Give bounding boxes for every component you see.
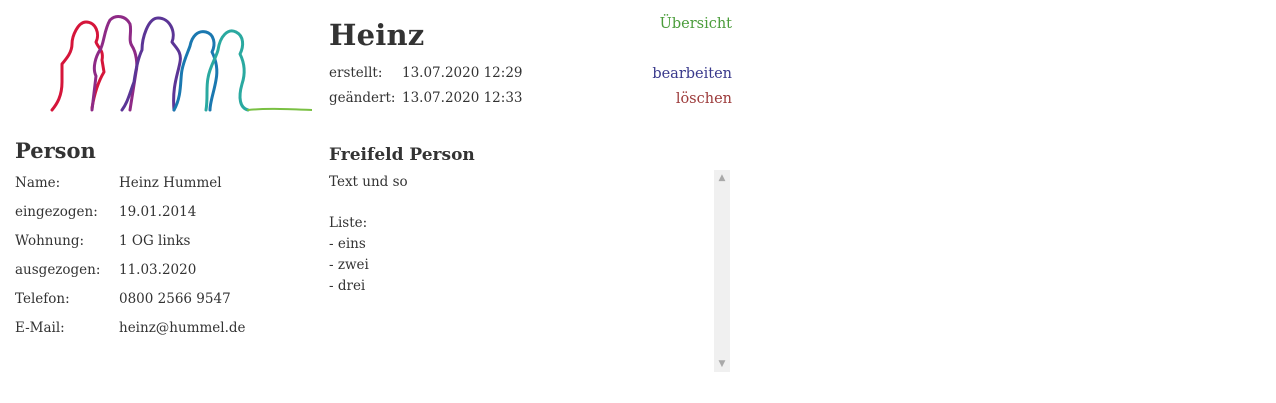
person-row-phone: Telefon: 0800 2566 9547 [15,288,246,317]
field-value: 0800 2566 9547 [119,291,231,307]
chevron-down-icon[interactable]: ▼ [714,357,730,371]
chevron-up-icon[interactable]: ▲ [714,171,730,185]
changed-label: geändert: [329,90,396,106]
page-title: Heinz [329,18,425,52]
person-row-name: Name: Heinz Hummel [15,172,246,201]
changed-info: geändert: 13.07.2020 12:33 [329,90,523,106]
field-value: Heinz Hummel [119,175,222,191]
person-details: Name: Heinz Hummel eingezogen: 19.01.2014 … [15,172,246,346]
overview-link[interactable]: Übersicht [660,16,732,32]
field-label: Wohnung: [15,233,85,249]
person-row-moved-in: eingezogen: 19.01.2014 [15,201,246,230]
person-section-title: Person [15,138,96,163]
changed-value: 13.07.2020 12:33 [402,90,523,106]
field-label: Telefon: [15,291,70,307]
created-label: erstellt: [329,65,383,81]
field-value: heinz@hummel.de [119,320,246,336]
field-value: 11.03.2020 [119,262,197,278]
person-row-apartment: Wohnung: 1 OG links [15,230,246,259]
field-label: ausgezogen: [15,262,101,278]
created-value: 13.07.2020 12:29 [402,65,523,81]
person-row-moved-out: ausgezogen: 11.03.2020 [15,259,246,288]
field-label: E-Mail: [15,320,65,336]
freefield-text: Text und so Liste: - eins - zwei - drei [329,174,408,294]
freefield-scrollbar[interactable]: ▲ ▼ [714,170,730,372]
people-silhouettes-logo [12,15,312,112]
delete-link[interactable]: löschen [676,91,732,107]
created-info: erstellt: 13.07.2020 12:29 [329,65,523,81]
field-value: 1 OG links [119,233,191,249]
field-label: Name: [15,175,61,191]
field-value: 19.01.2014 [119,204,197,220]
field-label: eingezogen: [15,204,98,220]
person-row-email: E-Mail: heinz@hummel.de [15,317,246,346]
freefield-section-title: Freifeld Person [329,145,475,165]
edit-link[interactable]: bearbeiten [652,66,732,82]
